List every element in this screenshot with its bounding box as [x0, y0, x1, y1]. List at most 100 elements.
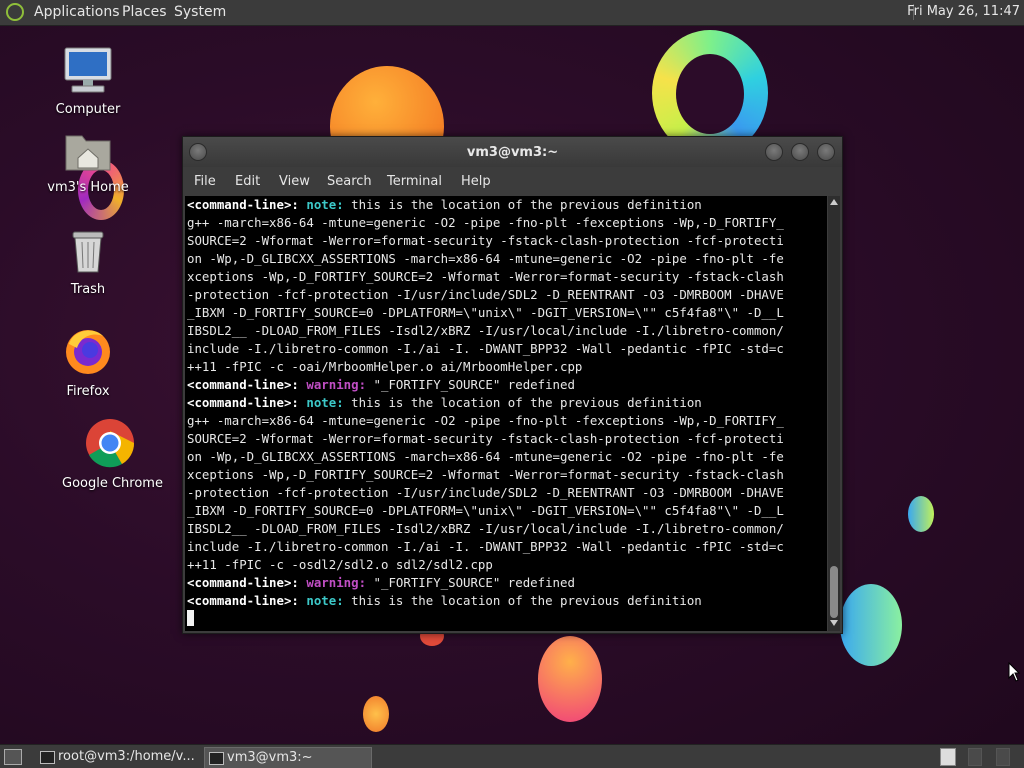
terminal-text-segment: <command-line>:: [187, 395, 299, 410]
taskbar-item-label: vm3@vm3:~: [227, 750, 313, 765]
menu-terminal[interactable]: Terminal: [387, 174, 442, 189]
terminal-text-segment: <command-line>:: [187, 575, 299, 590]
scroll-up-arrow-icon[interactable]: [830, 199, 838, 205]
menu-edit[interactable]: Edit: [235, 174, 260, 189]
menu-view[interactable]: View: [279, 174, 310, 189]
wallpaper-orange-small: [363, 696, 389, 732]
terminal-text-segment: include -I./libretro-common -I./ai -I. -…: [187, 539, 784, 554]
terminal-icon: [209, 752, 224, 765]
system-menu[interactable]: System: [174, 4, 226, 20]
show-desktop-icon[interactable]: [4, 749, 22, 765]
terminal-text-segment: <command-line>:: [187, 593, 299, 608]
terminal-text-segment: note:: [306, 395, 344, 410]
terminal-line: IBSDL2__ -DLOAD_FROM_FILES -Isdl2/xBRZ -…: [185, 322, 827, 340]
wallpaper-green-blue-oval: [840, 584, 902, 666]
terminal-cursor: [187, 610, 194, 626]
desktop-icon-firefox[interactable]: Firefox: [40, 326, 136, 399]
terminal-line: IBSDL2__ -DLOAD_FROM_FILES -Isdl2/xBRZ -…: [185, 520, 827, 538]
terminal-line: xceptions -Wp,-D_FORTIFY_SOURCE=2 -Wform…: [185, 466, 827, 484]
wallpaper-green-tiny: [908, 496, 934, 532]
terminal-text-segment: warning:: [306, 377, 367, 392]
workspace-switcher[interactable]: [940, 748, 956, 766]
scroll-down-arrow-icon[interactable]: [830, 620, 838, 626]
terminal-text-segment: -protection -fcf-protection -I/usr/inclu…: [187, 287, 784, 302]
terminal-text-segment: include -I./libretro-common -I./ai -I. -…: [187, 341, 784, 356]
window-titlebar[interactable]: vm3@vm3:~: [183, 137, 842, 167]
taskbar-item-root-terminal[interactable]: root@vm3:/home/v...: [36, 747, 218, 767]
terminal-text-segment: <command-line>:: [187, 197, 299, 212]
terminal-text-segment: g++ -march=x86-64 -mtune=generic -O2 -pi…: [187, 413, 784, 428]
terminal-window[interactable]: vm3@vm3:~ File Edit View Search Terminal…: [182, 136, 843, 634]
terminal-line: include -I./libretro-common -I./ai -I. -…: [185, 538, 827, 556]
places-menu[interactable]: Places: [122, 4, 167, 20]
menu-search[interactable]: Search: [327, 174, 372, 189]
terminal-text-segment: IBSDL2__ -DLOAD_FROM_FILES -Isdl2/xBRZ -…: [187, 323, 784, 338]
terminal-line: ++11 -fPIC -c -osdl2/sdl2.o sdl2/sdl2.cp…: [185, 556, 827, 574]
terminal-line: SOURCE=2 -Wformat -Werror=format-securit…: [185, 430, 827, 448]
terminal-line: <command-line>: note: this is the locati…: [185, 196, 827, 214]
terminal-line: include -I./libretro-common -I./ai -I. -…: [185, 340, 827, 358]
scrollbar-thumb[interactable]: [830, 566, 838, 618]
top-panel: Applications Places System Fri May 26, 1…: [0, 0, 1024, 26]
terminal-text-segment: SOURCE=2 -Wformat -Werror=format-securit…: [187, 431, 784, 446]
wallpaper-pink-oval: [538, 636, 602, 722]
terminal-line: <command-line>: warning: "_FORTIFY_SOURC…: [185, 574, 827, 592]
terminal-line: g++ -march=x86-64 -mtune=generic -O2 -pi…: [185, 214, 827, 232]
terminal-text-segment: this is the location of the previous def…: [343, 395, 702, 410]
workspace-switcher-2[interactable]: [968, 748, 982, 766]
desktop-icon-label: Computer: [55, 102, 121, 117]
taskbar-item-vm3-terminal[interactable]: vm3@vm3:~: [204, 747, 372, 768]
terminal-output[interactable]: <command-line>: note: this is the locati…: [185, 196, 827, 631]
chrome-icon: [86, 419, 135, 468]
desktop-icon-label: vm3's Home: [47, 180, 129, 195]
terminal-line: <command-line>: note: this is the locati…: [185, 592, 827, 610]
terminal-text-segment: warning:: [306, 575, 367, 590]
workspace-switcher-3[interactable]: [996, 748, 1010, 766]
maximize-button[interactable]: [791, 143, 809, 161]
terminal-menubar: File Edit View Search Terminal Help: [183, 167, 842, 195]
menu-file[interactable]: File: [194, 174, 216, 189]
window-title: vm3@vm3:~: [466, 145, 559, 160]
terminal-text-segment: _IBXM -D_FORTIFY_SOURCE=0 -DPLATFORM=\"u…: [187, 503, 784, 518]
terminal-line: SOURCE=2 -Wformat -Werror=format-securit…: [185, 232, 827, 250]
terminal-line: xceptions -Wp,-D_FORTIFY_SOURCE=2 -Wform…: [185, 268, 827, 286]
wallpaper-rainbow-ring-hole: [676, 54, 744, 134]
terminal-text-segment: note:: [306, 197, 344, 212]
computer-icon: [64, 47, 112, 93]
terminal-text-segment: note:: [306, 593, 344, 608]
terminal-line: on -Wp,-D_GLIBCXX_ASSERTIONS -march=x86-…: [185, 250, 827, 268]
minimize-button[interactable]: [765, 143, 783, 161]
desktop-icon-computer[interactable]: Computer: [40, 46, 136, 117]
terminal-text-segment: ++11 -fPIC -c -oai/MrboomHelper.o ai/Mrb…: [187, 359, 583, 374]
terminal-text-segment: xceptions -Wp,-D_FORTIFY_SOURCE=2 -Wform…: [187, 467, 784, 482]
terminal-text-segment: g++ -march=x86-64 -mtune=generic -O2 -pi…: [187, 215, 784, 230]
terminal-line: _IBXM -D_FORTIFY_SOURCE=0 -DPLATFORM=\"u…: [185, 304, 827, 322]
menu-help[interactable]: Help: [461, 174, 491, 189]
terminal-text-segment: _IBXM -D_FORTIFY_SOURCE=0 -DPLATFORM=\"u…: [187, 305, 784, 320]
terminal-text-segment: this is the location of the previous def…: [343, 593, 702, 608]
terminal-line: <command-line>: warning: "_FORTIFY_SOURC…: [185, 376, 827, 394]
close-button[interactable]: [817, 143, 835, 161]
terminal-prompt-line[interactable]: [185, 610, 827, 628]
terminal-text-segment: this is the location of the previous def…: [343, 197, 702, 212]
distro-logo-icon[interactable]: [6, 3, 24, 21]
terminal-text-segment: "_FORTIFY_SOURCE" redefined: [366, 575, 575, 590]
terminal-text-segment: on -Wp,-D_GLIBCXX_ASSERTIONS -march=x86-…: [187, 449, 784, 464]
terminal-text-segment: "_FORTIFY_SOURCE" redefined: [366, 377, 575, 392]
clock[interactable]: Fri May 26, 11:47: [907, 4, 1020, 19]
desktop-icon-chrome[interactable]: Google Chrome: [62, 418, 163, 491]
desktop-icon-trash[interactable]: Trash: [40, 228, 136, 297]
desktop-icon-label: Firefox: [66, 384, 110, 399]
terminal-scrollbar[interactable]: [828, 196, 840, 631]
home-folder-icon: [65, 135, 111, 171]
terminal-icon: [40, 751, 55, 764]
terminal-line: ++11 -fPIC -c -oai/MrboomHelper.o ai/Mrb…: [185, 358, 827, 376]
applications-menu[interactable]: Applications: [34, 4, 120, 20]
terminal-line: <command-line>: note: this is the locati…: [185, 394, 827, 412]
terminal-text-segment: -protection -fcf-protection -I/usr/inclu…: [187, 485, 784, 500]
desktop-icon-home[interactable]: vm3's Home: [40, 128, 136, 195]
desktop-icon-label: Google Chrome: [62, 476, 163, 491]
mouse-pointer-icon: [1008, 662, 1020, 682]
taskbar-item-label: root@vm3:/home/v...: [58, 749, 195, 764]
terminal-line: -protection -fcf-protection -I/usr/inclu…: [185, 286, 827, 304]
